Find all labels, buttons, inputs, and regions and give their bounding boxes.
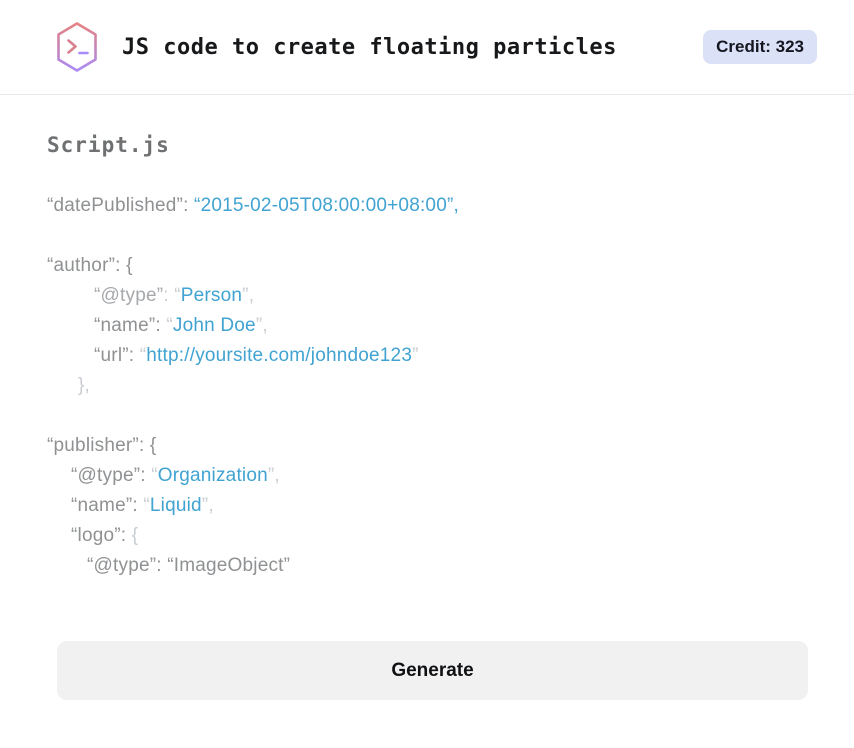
code-segment: Liquid xyxy=(149,495,202,516)
code-segment: }, xyxy=(78,375,91,396)
code-segment: “name”: xyxy=(94,315,167,336)
code-segment: “datePublished”: xyxy=(47,195,195,216)
code-line: “publisher”: { xyxy=(47,431,808,461)
script-filename: Script.js xyxy=(47,133,170,157)
code-segment: “@type”: “ImageObject” xyxy=(87,555,291,576)
code-line: “name”: “Liquid”, xyxy=(47,491,808,521)
code-segment: “@type”: xyxy=(71,465,152,486)
code-segment: http://yoursite.com/johndoe123 xyxy=(146,345,413,366)
code-segment: Person xyxy=(180,285,243,306)
code-segment: “logo”: xyxy=(71,525,132,546)
code-line: “@type”: “Organization”, xyxy=(47,461,808,491)
code-segment: ”, xyxy=(267,465,280,486)
code-segment: “publisher”: { xyxy=(47,435,157,456)
code-segment: { xyxy=(131,525,139,546)
credit-badge: Credit: 323 xyxy=(703,30,817,64)
code-line: “author”: { xyxy=(47,251,808,281)
code-block: “datePublished”: “2015-02-05T08:00:00+08… xyxy=(47,191,808,581)
code-line: “@type”: “ImageObject” xyxy=(47,551,808,581)
code-segment: John Doe xyxy=(172,315,256,336)
code-segment: “2015-02-05T08:00:00+08:00”, xyxy=(194,195,459,216)
code-line: “url”: “http://yoursite.com/johndoe123” xyxy=(47,341,808,371)
code-line: “name”: “John Doe”, xyxy=(47,311,808,341)
code-segment: “@type” xyxy=(94,285,164,306)
code-segment: “name”: xyxy=(71,495,144,516)
app-header: JS code to create floating particles Cre… xyxy=(0,0,854,95)
code-segment: ”, xyxy=(201,495,214,516)
code-segment: Organization xyxy=(157,465,268,486)
code-line: “logo”: { xyxy=(47,521,808,551)
code-line: }, xyxy=(47,371,808,401)
terminal-prompt-hexagon-icon xyxy=(54,21,100,73)
code-segment: “author”: { xyxy=(47,255,133,276)
code-segment: “url”: xyxy=(94,345,140,366)
main-content: Script.js “datePublished”: “2015-02-05T0… xyxy=(0,95,854,700)
code-line: “@type”: “Person”, xyxy=(47,281,808,311)
code-segment: : “ xyxy=(163,285,181,306)
code-segment: ”, xyxy=(255,315,268,336)
code-segment: ”, xyxy=(242,285,255,306)
generate-button[interactable]: Generate xyxy=(57,641,808,700)
page-title: JS code to create floating particles xyxy=(122,34,617,60)
code-line: “datePublished”: “2015-02-05T08:00:00+08… xyxy=(47,191,808,221)
code-segment: ” xyxy=(412,345,419,366)
